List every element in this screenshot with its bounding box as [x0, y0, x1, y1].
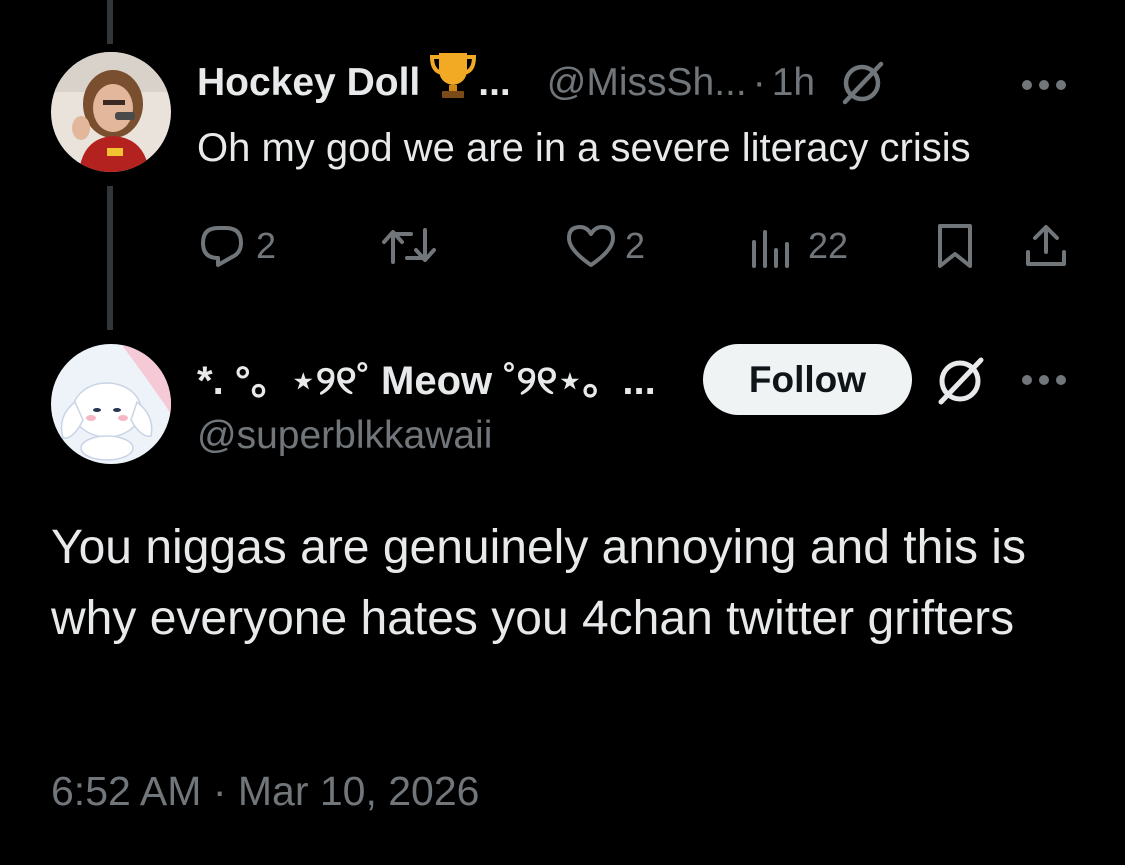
reply-count: 2	[256, 225, 277, 266]
reply-tweet-text: You niggas are genuinely annoying and th…	[51, 521, 1026, 645]
views-button[interactable]: 22	[748, 222, 848, 270]
parent-author-name[interactable]: Hockey Doll	[197, 61, 420, 105]
thread-line-top	[107, 0, 113, 44]
retweet-icon	[382, 228, 436, 264]
header-separator: ·	[752, 61, 766, 104]
tweet-timestamp[interactable]: 6:52 AM · Mar 10, 2026	[51, 768, 479, 815]
reply-more-options-icon[interactable]	[1020, 373, 1068, 392]
parent-time[interactable]: 1h	[772, 61, 815, 105]
reply-handle[interactable]: @superblkkawaii	[197, 414, 492, 458]
view-count: 22	[808, 225, 849, 266]
reply-grok-icon[interactable]	[934, 355, 986, 412]
like-count: 2	[625, 225, 646, 266]
share-icon	[1026, 225, 1066, 266]
parent-tweet-text: Oh my god we are in a severe literacy cr…	[197, 126, 971, 170]
parent-avatar[interactable]	[51, 52, 171, 172]
trophy-icon	[430, 49, 477, 111]
reply-button[interactable]: 2	[198, 222, 276, 270]
parent-handle[interactable]: @MissSh...	[547, 61, 747, 105]
bookmark-button[interactable]	[934, 222, 976, 270]
parent-more-options-icon[interactable]	[1020, 78, 1068, 97]
thread-line	[107, 186, 113, 330]
reply-author-name[interactable]: *. °。⋆୨୧˚ Meow ˚୨୧⋆。...	[197, 348, 656, 406]
like-button[interactable]: 2	[565, 222, 645, 270]
views-icon	[752, 230, 789, 268]
follow-button[interactable]: Follow	[703, 344, 912, 415]
parent-name-ellipsis: ...	[478, 61, 511, 104]
reply-header: *. °。⋆୨୧˚ Meow ˚୨୧⋆。...	[197, 350, 656, 404]
grok-icon[interactable]	[839, 60, 885, 106]
reply-avatar[interactable]	[51, 344, 171, 464]
share-button[interactable]	[1022, 222, 1070, 270]
heart-icon	[567, 225, 615, 267]
retweet-button[interactable]	[381, 222, 437, 270]
reply-icon	[201, 226, 243, 267]
parent-header: Hockey Doll ... @MissSh... · 1h	[197, 53, 885, 108]
bookmark-icon	[938, 224, 972, 268]
